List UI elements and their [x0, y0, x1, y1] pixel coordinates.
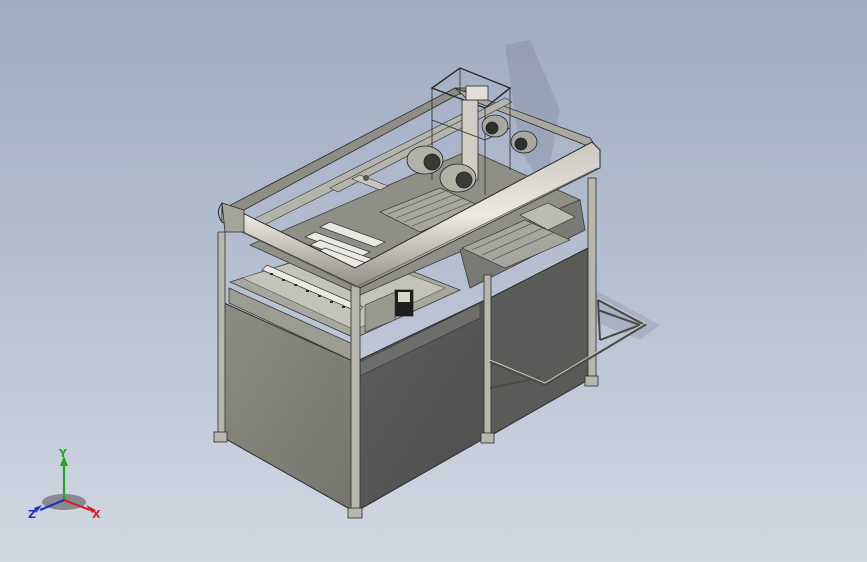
- axis-triad: Y X Z: [28, 448, 101, 521]
- cad-viewport[interactable]: Y X Z: [0, 0, 867, 562]
- y-axis-label: Y: [58, 448, 68, 460]
- x-axis-label: X: [92, 508, 101, 521]
- machine-assembly-model: [213, 40, 660, 519]
- z-axis-label: Z: [28, 508, 36, 521]
